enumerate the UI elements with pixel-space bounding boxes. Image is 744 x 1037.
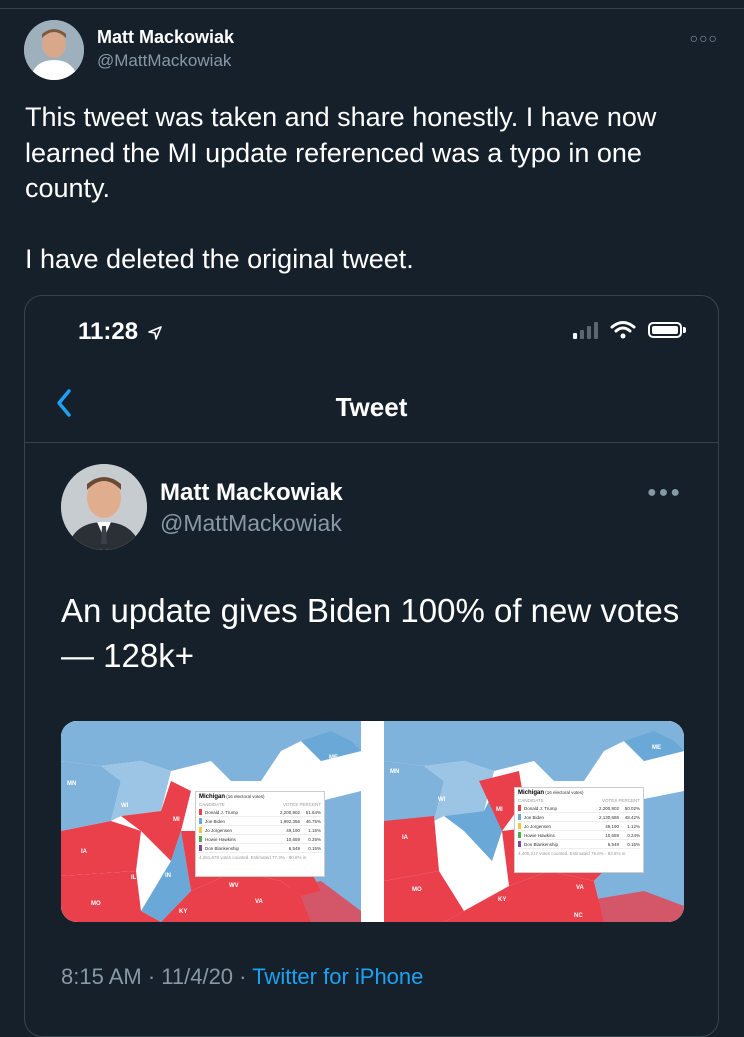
signal-icon [573,321,598,339]
state-label: MN [390,769,400,775]
more-dots-icon[interactable]: ●●● [647,484,682,502]
state-label: IA [81,849,87,855]
author-name[interactable]: Matt Mackowiak [97,27,234,48]
state-label: IL [131,875,137,881]
state-label: ME [329,755,338,761]
candidate-row: Joe Biden 1,992,356 46.75% [199,817,321,826]
state-label: MI [173,817,180,823]
candidate-row: Jo Jorgensen 49,190 1.15% [199,826,321,835]
nav-divider [25,442,718,443]
state-label: IL [454,861,460,867]
top-divider [0,8,744,9]
timestamp-text: 8:15 AM · 11/4/20 · [61,964,253,989]
state-label: WV [229,883,239,889]
state-label: VA [576,885,584,891]
battery-icon [648,322,686,338]
candidate-row: Donald J. Trump 2,200,902 51.64% [199,808,321,817]
candidate-row: Howie Hawkins 10,659 0.25% [199,835,321,844]
candidate-row: Jo Jorgensen 49,190 1.12% [518,822,640,831]
state-label: MO [412,887,422,893]
state-label: IA [402,835,408,841]
avatar[interactable] [24,20,84,80]
candidate-row: Joe Biden 2,130,686 48.42% [518,813,640,822]
tweet-timestamp: 8:15 AM · 11/4/20 · Twitter for iPhone [61,964,423,990]
quoted-author-name[interactable]: Matt Mackowiak [160,479,343,507]
more-dots-icon[interactable]: ○○○ [690,30,718,46]
candidate-row: Howie Hawkins 10,659 0.24% [518,831,640,840]
status-bar-icons [573,320,686,340]
author-handle[interactable]: @MattMackowiak [97,51,231,71]
state-label: KY [179,909,188,915]
tweet-text: This tweet was taken and share honestly.… [25,102,657,274]
state-label: MN [67,781,77,787]
results-table: Michigan (16 electoral votes) CANDIDATE … [514,787,644,873]
avatar[interactable] [61,464,147,550]
media-image[interactable]: MN WI MI IA IL IN MO KY VA WV ME Michiga… [61,721,684,922]
state-label: MO [91,901,101,907]
state-label: WI [438,797,446,803]
state-label: ME [652,745,661,751]
source-link[interactable]: Twitter for iPhone [252,964,423,989]
wifi-icon [610,321,636,339]
location-arrow-icon [147,325,162,340]
state-label: IN [165,873,171,879]
candidate-row: Donald J. Trump 2,200,902 50.02% [518,804,640,813]
state-label: WI [121,803,129,809]
status-bar-time: 11:28 [78,318,163,346]
state-label: IN [484,861,490,867]
quoted-author-handle[interactable]: @MattMackowiak [160,510,342,537]
election-map-left: MN WI MI IA IL IN MO KY VA WV ME Michiga… [61,721,361,922]
state-label: KY [498,897,507,903]
results-table: Michigan (16 electoral votes) CANDIDATE … [195,791,325,877]
candidate-row: Don Blankenship 6,549 0.15% [518,840,640,849]
nav-title: Tweet [335,392,408,422]
candidate-row: Don Blankenship 6,549 0.15% [199,844,321,853]
state-label: VA [255,899,263,905]
state-label: MI [496,807,503,813]
embedded-screenshot[interactable]: 11:28 Tweet Matt Mackowiak @MattMackowia… [24,295,719,1037]
quoted-tweet-text: An update gives Biden 100% of new votes … [61,592,680,674]
state-label: NC [574,913,583,919]
election-map-right: MN WI MI IA IL IN MO KY VA ME NC Michiga… [384,721,684,922]
